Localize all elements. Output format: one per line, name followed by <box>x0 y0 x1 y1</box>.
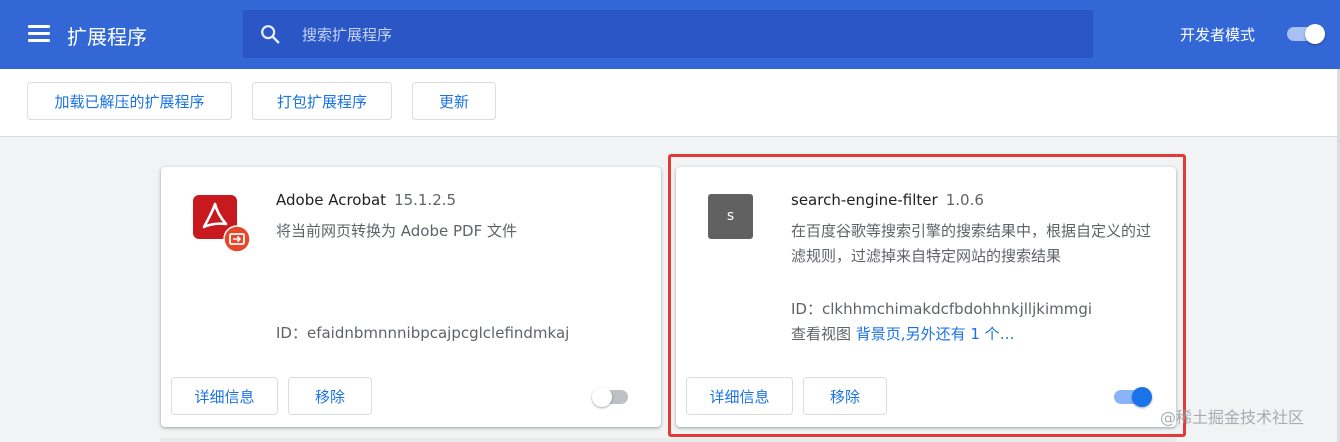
extension-id-label: ID： <box>276 324 307 342</box>
details-button[interactable]: 详细信息 <box>686 377 793 415</box>
inspect-views: 查看视图 背景页,另外还有 1 个… <box>791 323 1015 344</box>
extension-id-value: efaidnbmnnnibpcajpcglclefindmkaj <box>306 324 570 342</box>
update-button[interactable]: 更新 <box>412 82 496 120</box>
extension-description: 将当前网页转换为 Adobe PDF 文件 <box>276 222 517 240</box>
background-page-link[interactable]: 背景页,另外还有 1 个… <box>856 325 1015 343</box>
load-unpacked-button[interactable]: 加载已解压的扩展程序 <box>27 82 232 120</box>
toolbar: 加载已解压的扩展程序 打包扩展程序 更新 <box>0 69 1340 137</box>
extension-description: 在百度谷歌等搜索引擎的搜索结果中，根据自定义的过滤规则，过滤掉来自特定网站的搜索… <box>791 222 1152 265</box>
adobe-acrobat-icon <box>193 195 251 253</box>
inspect-views-label: 查看视图 <box>791 325 852 343</box>
page-title: 扩展程序 <box>67 25 147 49</box>
extension-card-adobe-acrobat: Adobe Acrobat 15.1.2.5 将当前网页转换为 Adobe PDF… <box>161 167 661 427</box>
extension-card-search-engine-filter: s search-engine-filter 1.0.6 在百度谷歌等搜索引擎的搜… <box>676 167 1176 427</box>
extension-id: ID：clkhhmchimakdcfbdohhnkjlljkimmgi <box>791 298 1092 319</box>
remove-button[interactable]: 移除 <box>803 377 887 415</box>
remove-button[interactable]: 移除 <box>288 377 372 415</box>
extension-id-label: ID： <box>791 300 822 318</box>
watermark: @稀土掘金技术社区 <box>1160 408 1305 427</box>
extension-enable-toggle[interactable] <box>592 387 632 407</box>
extension-name-text: search-engine-filter <box>791 191 938 209</box>
extension-name: search-engine-filter 1.0.6 <box>791 191 984 209</box>
developer-mode-toggle[interactable] <box>1285 24 1325 44</box>
search-box[interactable] <box>243 10 1093 58</box>
next-card-edge <box>160 438 1177 442</box>
pack-extension-button[interactable]: 打包扩展程序 <box>252 82 392 120</box>
search-icon <box>261 25 280 44</box>
details-button[interactable]: 详细信息 <box>171 377 278 415</box>
extension-id-value: clkhhmchimakdcfbdohhnkjlljkimmgi <box>821 300 1093 318</box>
extension-id: ID：efaidnbmnnnibpcajpcglclefindmkaj <box>276 322 569 343</box>
developer-mode-label: 开发者模式 <box>1180 26 1256 44</box>
extension-name: Adobe Acrobat 15.1.2.5 <box>276 191 456 209</box>
app-header: 扩展程序 开发者模式 <box>0 0 1340 69</box>
hamburger-menu-icon[interactable] <box>28 25 50 43</box>
extension-name-text: Adobe Acrobat <box>276 191 387 209</box>
extension-version: 15.1.2.5 <box>394 191 457 209</box>
extension-letter-icon: s <box>708 194 753 239</box>
extension-version: 1.0.6 <box>945 191 984 209</box>
search-input[interactable] <box>300 22 1064 48</box>
extension-enable-toggle[interactable] <box>1112 387 1152 407</box>
